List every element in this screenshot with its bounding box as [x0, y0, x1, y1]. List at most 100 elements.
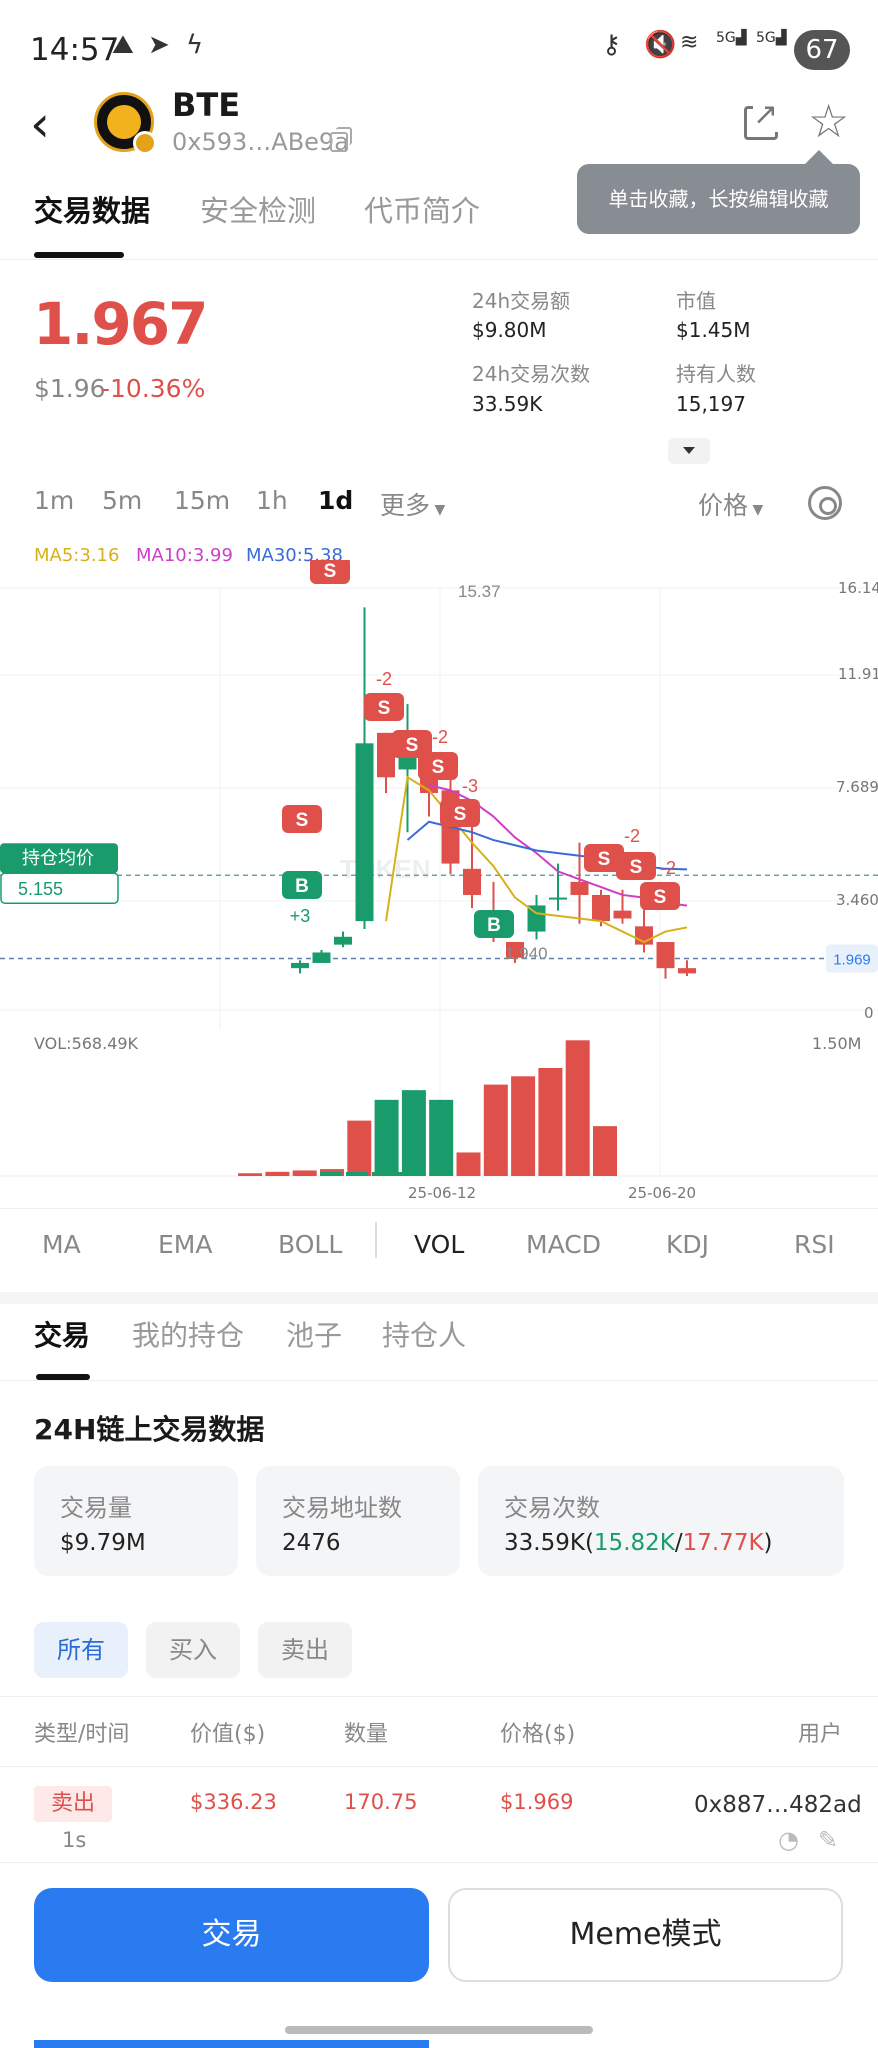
current-price-tag: 1.969	[833, 952, 871, 969]
home-indicator[interactable]	[285, 2026, 593, 2034]
timeframe-1m[interactable]: 1m	[34, 486, 74, 515]
volume-bar	[538, 1067, 563, 1176]
tab-security[interactable]: 安全检测	[200, 188, 316, 230]
trade-user[interactable]: 0x887…482ad	[694, 1792, 862, 1818]
filter-sell[interactable]: 卖出	[258, 1622, 352, 1678]
holders-label: 持有人数	[676, 362, 756, 386]
candle-body	[291, 962, 309, 969]
timeframe-5m[interactable]: 5m	[102, 486, 142, 515]
candle-body	[549, 897, 567, 900]
col-value: 价值($)	[190, 1722, 266, 1747]
trade-type-badge: 卖出	[34, 1786, 112, 1822]
y-tick: 11.91	[838, 665, 878, 683]
low-price-label: 1.940	[505, 944, 548, 963]
indicator-kdj[interactable]: KDJ	[666, 1230, 709, 1259]
volume-card: 交易量 $9.79M	[34, 1466, 238, 1576]
timeframe-1h[interactable]: 1h	[256, 486, 288, 515]
volume-bar	[483, 1084, 508, 1176]
send-icon: ϟ	[186, 30, 204, 60]
token-logo	[94, 92, 157, 155]
vol-label: 24h交易额	[472, 289, 571, 313]
y-tick: 7.689	[836, 778, 878, 796]
copy-icon[interactable]	[330, 127, 352, 152]
y-tick: 16.14	[838, 579, 878, 597]
address-card-value: 2476	[282, 1530, 341, 1556]
trade-count-label: -3	[462, 776, 478, 796]
volume-bar	[347, 1120, 372, 1176]
candle-body	[355, 743, 374, 922]
indicator-boll[interactable]: BOLL	[278, 1230, 342, 1259]
price-mode-select[interactable]: 价格 ▼	[698, 486, 763, 522]
price-mode-label: 价格	[698, 491, 749, 520]
timeframe-1d[interactable]: 1d	[318, 486, 353, 515]
price-change: -10.36%	[101, 374, 206, 403]
status-bar: 14:57 ⛰ ➤ ϟ ⚷ 🔇 ≋ 5G▟ 5G▟ 67	[0, 0, 878, 100]
sell-marker: S	[598, 849, 611, 870]
edit-icon[interactable]: ✎	[818, 1826, 838, 1854]
indicator-ema[interactable]: EMA	[158, 1230, 212, 1259]
y-tick: 3.460	[836, 891, 878, 909]
filter-buy[interactable]: 买入	[146, 1622, 240, 1678]
settings-gear-icon[interactable]	[808, 486, 842, 520]
divider	[0, 1208, 878, 1209]
tab-indicator	[34, 252, 124, 258]
5g-icon-2: 5G▟	[756, 30, 787, 46]
indicator-vol[interactable]: VOL	[414, 1230, 464, 1259]
mcap-label: 市值	[676, 289, 716, 313]
share-icon[interactable]	[744, 97, 779, 140]
timeframe-15m[interactable]: 15m	[174, 486, 230, 515]
expand-stats-button[interactable]	[668, 438, 710, 464]
candle-body	[334, 936, 352, 945]
mcap-value: $1.45M	[676, 318, 751, 342]
candlestick-chart[interactable]: TOKEN15.371.940SSSSSSSSSBB-2-2-3-2-2+3-4…	[0, 560, 878, 1030]
txcount-card: 交易次数 33.59K(15.82K/17.77K)	[478, 1466, 844, 1576]
indicator-rsi[interactable]: RSI	[794, 1230, 835, 1259]
indicator-ma[interactable]: MA	[42, 1230, 81, 1259]
candle-body	[570, 881, 589, 895]
candle-body	[656, 942, 675, 969]
sell-marker: S	[296, 810, 309, 831]
holders-value: 15,197	[676, 392, 746, 416]
back-arrow-icon[interactable]: ‹	[30, 99, 50, 149]
subtab-trades[interactable]: 交易	[34, 1314, 90, 1354]
trade-count-label: -2	[432, 727, 448, 747]
star-icon[interactable]: ☆	[808, 96, 849, 146]
filter-all[interactable]: 所有	[34, 1622, 128, 1678]
tab-intro[interactable]: 代币简介	[364, 188, 480, 230]
subtab-pools[interactable]: 池子	[286, 1314, 342, 1354]
wifi-icon: ≋	[680, 30, 699, 55]
trade-count-label: -4	[325, 560, 341, 564]
volume-card-value: $9.79M	[60, 1530, 146, 1556]
candle-body	[463, 868, 481, 895]
trade-button[interactable]: 交易	[34, 1888, 429, 1982]
watermark-text: TOKEN	[340, 854, 431, 884]
chevron-down-icon: ▼	[430, 502, 446, 518]
volume-bar	[320, 1172, 342, 1176]
volume-bar	[593, 1126, 617, 1176]
trade-count-label: +3	[290, 906, 311, 926]
more-timeframes[interactable]: 更多 ▼	[380, 486, 445, 522]
indicator-divider	[375, 1222, 377, 1258]
indicator-macd[interactable]: MACD	[526, 1230, 601, 1259]
address-card: 交易地址数 2476	[256, 1466, 460, 1576]
chart-icon[interactable]: ◔	[778, 1826, 799, 1854]
volume-bar	[346, 1172, 368, 1176]
volume-bar	[372, 1172, 394, 1176]
sell-marker: S	[454, 804, 467, 825]
buy-marker: B	[487, 915, 501, 936]
volume-bar	[374, 1099, 399, 1176]
col-amount: 数量	[344, 1722, 389, 1747]
meme-mode-button[interactable]: Meme模式	[448, 1888, 843, 1982]
sell-marker: S	[324, 561, 337, 582]
avg-price-label: 持仓均价	[22, 848, 94, 868]
tab-trading-data[interactable]: 交易数据	[34, 188, 150, 230]
subtab-holders[interactable]: 持仓人	[382, 1314, 466, 1354]
mute-icon: 🔇	[644, 30, 677, 60]
volume-bar	[565, 1040, 590, 1176]
status-time: 14:57	[30, 32, 120, 68]
subtab-my-holdings[interactable]: 我的持仓	[132, 1314, 244, 1354]
y-tick: 0	[864, 1004, 874, 1022]
volume-chart	[0, 1030, 878, 1177]
telegram-icon: ➤	[148, 30, 170, 60]
x-tick: 25-06-12	[408, 1184, 477, 1202]
